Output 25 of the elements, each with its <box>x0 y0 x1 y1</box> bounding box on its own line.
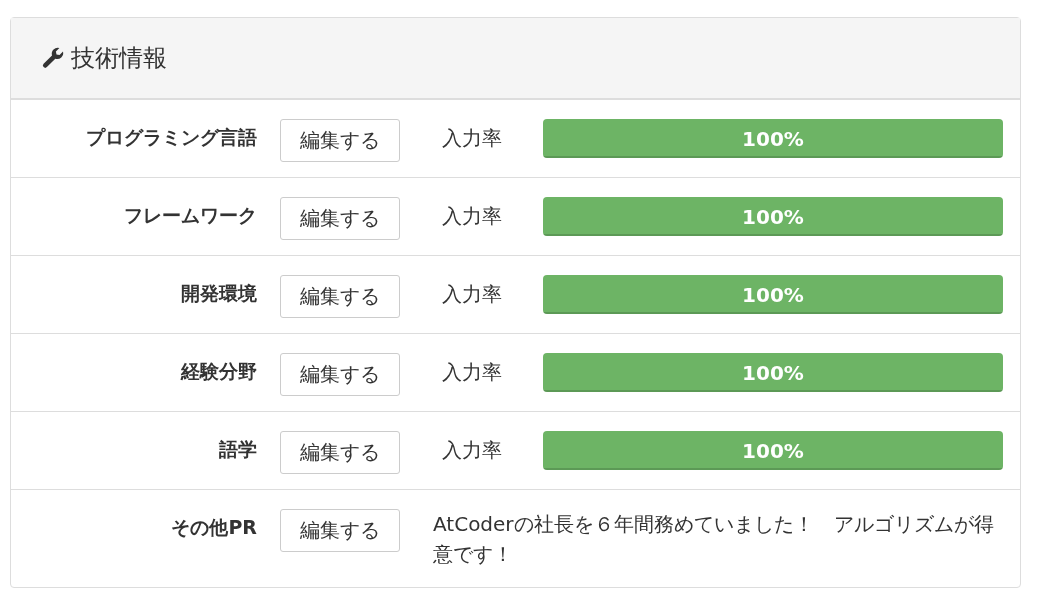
edit-button[interactable]: 編集する <box>280 509 400 552</box>
input-rate-label: 入力率 <box>442 437 503 464</box>
input-rate-label: 入力率 <box>442 281 503 308</box>
progress-fill: 100% <box>543 431 1003 470</box>
row-label: 開発環境 <box>180 281 257 306</box>
input-rate-label: 入力率 <box>442 125 503 152</box>
edit-button[interactable]: 編集する <box>280 353 400 396</box>
progress-fill: 100% <box>543 197 1003 236</box>
progress-fill: 100% <box>543 119 1003 158</box>
row-label: プログラミング言語 <box>85 125 257 150</box>
edit-button[interactable]: 編集する <box>280 197 400 240</box>
progress-fill: 100% <box>543 275 1003 314</box>
panel-title: 技術情報 <box>71 43 167 74</box>
row-label: フレームワーク <box>123 203 257 228</box>
row-label: 経験分野 <box>179 359 257 384</box>
progress-fill: 100% <box>543 353 1003 392</box>
row-label: 語学 <box>218 437 257 462</box>
wrench-icon <box>41 46 65 70</box>
edit-button[interactable]: 編集する <box>280 431 400 474</box>
edit-button[interactable]: 編集する <box>280 275 400 318</box>
row-label: その他PR <box>170 515 257 540</box>
pr-text: AtCoderの社長を６年間務めていました！ アルゴリズムが得意です！ <box>433 511 995 568</box>
edit-button[interactable]: 編集する <box>280 119 400 162</box>
input-rate-label: 入力率 <box>442 203 503 230</box>
input-rate-label: 入力率 <box>442 359 503 386</box>
